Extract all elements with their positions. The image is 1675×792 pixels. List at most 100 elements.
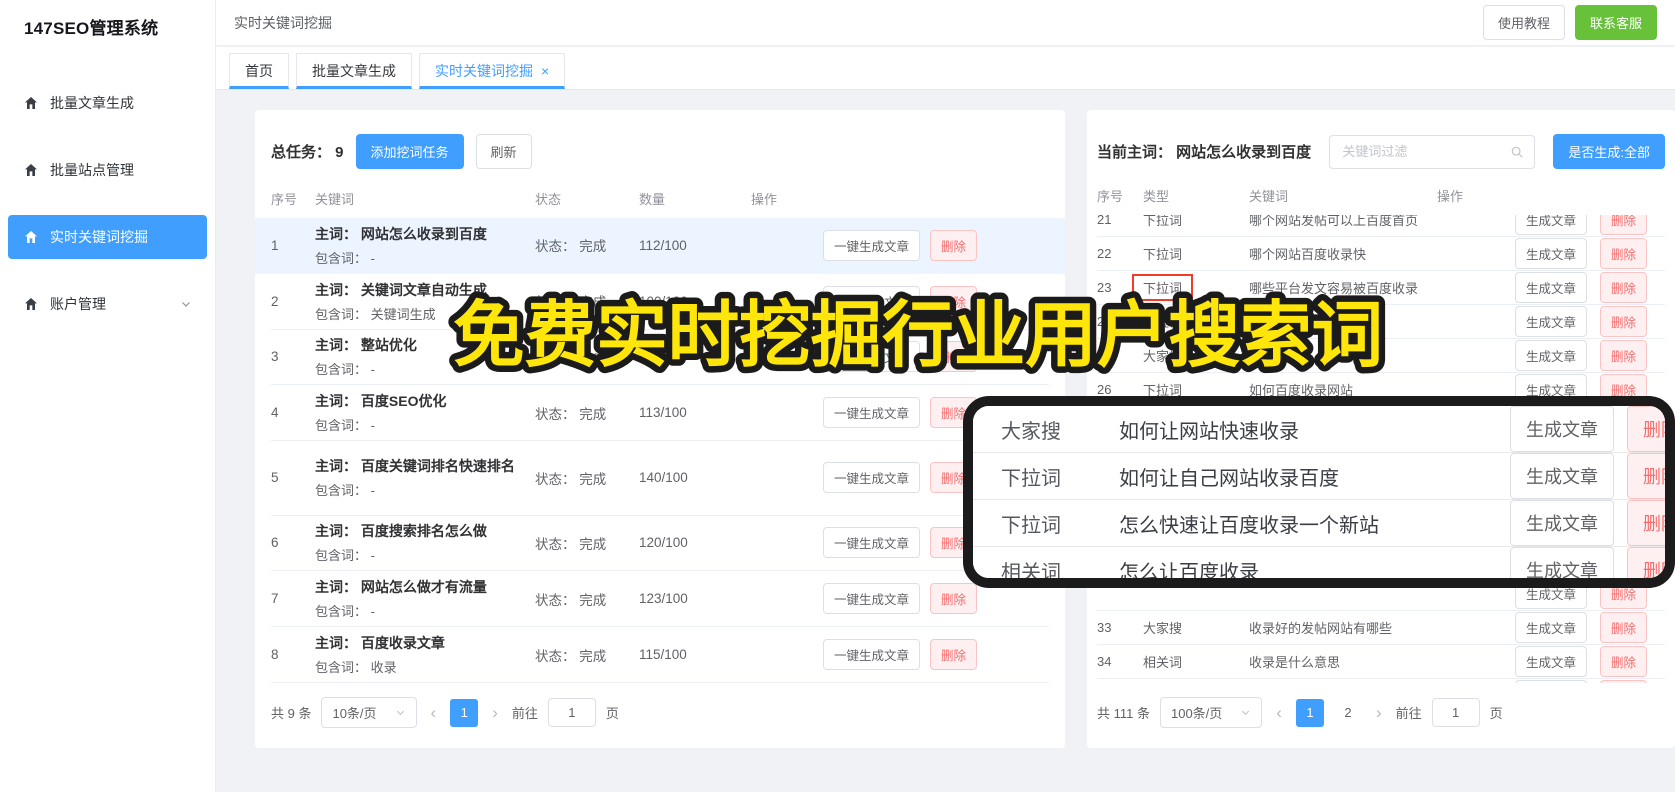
row-no: 7 bbox=[271, 591, 279, 607]
task-row[interactable]: 5 主词： 百度关键词排名快速排名 包含词： - 状态： 完成 140/100 一… bbox=[271, 441, 1049, 516]
generate-article-button[interactable]: 一键生成文章 bbox=[822, 583, 920, 615]
sidebar-item-keyword-mining[interactable]: 实时关键词挖掘 bbox=[8, 215, 207, 259]
task-row[interactable]: 6 主词： 百度搜索排名怎么做 包含词： - 状态： 完成 120/100 一键生… bbox=[271, 516, 1049, 572]
generate-article-button[interactable]: 一键生成文章 bbox=[822, 229, 920, 261]
delete-button[interactable]: 删除 bbox=[930, 229, 978, 261]
generate-article-button[interactable]: 生成文章 bbox=[1515, 340, 1588, 371]
keyword-type: 下拉词 bbox=[1001, 467, 1061, 490]
keyword-text: 怎么让百度收录 bbox=[1119, 561, 1259, 584]
task-status: 状态： 完成 bbox=[535, 295, 607, 311]
goto-page-input[interactable] bbox=[547, 698, 596, 727]
generate-article-button[interactable]: 生成文章 bbox=[1510, 500, 1614, 546]
generate-article-button[interactable]: 一键生成文章 bbox=[822, 527, 920, 559]
delete-button[interactable]: 删除 bbox=[930, 639, 978, 671]
task-include: 包含词： - bbox=[315, 548, 375, 564]
tab-home[interactable]: 首页 bbox=[229, 53, 289, 89]
task-count: 100/100 bbox=[639, 293, 688, 309]
close-icon[interactable]: × bbox=[541, 64, 549, 78]
delete-button[interactable]: 删除 bbox=[1627, 406, 1665, 452]
delete-button[interactable]: 删除 bbox=[930, 341, 978, 373]
tasks-table-header: 序号 关键词 状态 数量 操作 bbox=[271, 189, 1049, 218]
keyword-filter-input[interactable] bbox=[1340, 143, 1511, 160]
generate-article-button[interactable]: 生成文章 bbox=[1515, 306, 1588, 337]
keyword-text: 哪些平台发文容易被百度收录 bbox=[1249, 281, 1419, 296]
generate-article-button[interactable]: 一键生成文章 bbox=[822, 462, 920, 494]
task-row[interactable]: 4 主词： 百度SEO优化 包含词： - 状态： 完成 113/100 一键生成文… bbox=[271, 385, 1049, 442]
page-number-1[interactable]: 1 bbox=[450, 698, 479, 727]
contact-support-button[interactable]: 联系客服 bbox=[1574, 5, 1657, 40]
keyword-row[interactable]: 24 下拉词 生成文章 删除 bbox=[1097, 305, 1665, 339]
prev-page-button[interactable]: ‹ bbox=[1272, 703, 1286, 723]
row-no: 2 bbox=[271, 293, 279, 309]
task-row[interactable]: 2 主词： 关键词文章自动生成 包含词： 关键词生成 状态： 完成 100/100… bbox=[271, 274, 1049, 330]
generate-article-button[interactable]: 生成文章 bbox=[1510, 406, 1614, 452]
delete-button[interactable]: 删除 bbox=[1600, 646, 1648, 677]
task-include: 包含词： - bbox=[315, 418, 375, 434]
generate-filter-button[interactable]: 是否生成:全部 bbox=[1553, 134, 1665, 169]
generate-article-button[interactable]: 生成文章 bbox=[1515, 215, 1588, 235]
refresh-button[interactable]: 刷新 bbox=[475, 134, 532, 169]
home-icon bbox=[25, 231, 37, 243]
prev-page-button[interactable]: ‹ bbox=[427, 703, 441, 723]
goto-label: 前往 bbox=[511, 706, 538, 721]
generate-article-button[interactable]: 一键生成文章 bbox=[822, 341, 920, 373]
keyword-text: 如何让网站快速收录 bbox=[1119, 420, 1299, 443]
delete-button[interactable]: 删除 bbox=[930, 285, 978, 317]
generate-article-button[interactable]: 一键生成文章 bbox=[822, 639, 920, 671]
row-no: 4 bbox=[271, 405, 279, 421]
page-number-2[interactable]: 2 bbox=[1334, 699, 1362, 727]
keyword-row[interactable]: 33 大家搜 收录好的发帖网站有哪些 生成文章 删除 bbox=[1097, 611, 1665, 645]
add-task-button[interactable]: 添加挖词任务 bbox=[355, 134, 464, 169]
keywords-table-header: 序号 类型 关键词 操作 bbox=[1097, 186, 1665, 215]
tutorial-button[interactable]: 使用教程 bbox=[1482, 5, 1565, 40]
sidebar-item-label: 批量文章生成 bbox=[50, 95, 134, 111]
delete-button[interactable]: 删除 bbox=[1600, 215, 1648, 235]
keyword-type: 大家搜 bbox=[1143, 349, 1183, 364]
task-row[interactable]: 3 主词： 整站优化 包含词： - 状态： 完成 一键生成文章 删除 bbox=[271, 330, 1049, 386]
zoom-inset-box: 大家搜 如何让网站快速收录 生成文章 删除 下拉词 如何让自己网站收录百度 生成… bbox=[963, 396, 1675, 588]
sidebar-item-account[interactable]: 账户管理 bbox=[8, 282, 207, 326]
keyword-type: 相关词 bbox=[1143, 655, 1183, 670]
generate-article-button[interactable]: 生成文章 bbox=[1515, 238, 1588, 269]
next-page-button[interactable]: › bbox=[488, 703, 502, 723]
task-row[interactable]: 8 主词： 百度收录文章 包含词： 收录 状态： 完成 115/100 一键生成文… bbox=[271, 627, 1049, 683]
keyword-row[interactable]: 25 大家搜 生成文章 删除 bbox=[1097, 339, 1665, 373]
delete-button[interactable]: 删除 bbox=[1600, 238, 1648, 269]
keyword-row[interactable]: 23 下拉词 哪些平台发文容易被百度收录 生成文章 删除 bbox=[1097, 271, 1665, 305]
generate-article-button[interactable]: 生成文章 bbox=[1510, 453, 1614, 499]
generate-article-button[interactable]: 生成文章 bbox=[1515, 272, 1588, 303]
task-row[interactable]: 7 主词： 网站怎么做才有流量 包含词： - 状态： 完成 123/100 一键生… bbox=[271, 571, 1049, 628]
next-page-button[interactable]: › bbox=[1372, 703, 1386, 723]
sidebar-item-batch-site[interactable]: 批量站点管理 bbox=[8, 148, 207, 192]
page-size-select[interactable]: 10条/页 bbox=[321, 697, 417, 728]
tab-keyword-mining[interactable]: 实时关键词挖掘 × bbox=[419, 53, 566, 89]
page-size-select[interactable]: 100条/页 bbox=[1159, 697, 1263, 728]
tab-batch-article[interactable]: 批量文章生成 bbox=[296, 53, 412, 89]
delete-button[interactable]: 删除 bbox=[1600, 612, 1648, 643]
generate-article-button[interactable]: 生成文章 bbox=[1515, 612, 1588, 643]
page-unit-label: 页 bbox=[605, 706, 619, 721]
sidebar-item-batch-article[interactable]: 批量文章生成 bbox=[8, 81, 207, 125]
generate-article-button[interactable]: 一键生成文章 bbox=[822, 285, 920, 317]
row-no: 33 bbox=[1097, 620, 1112, 635]
delete-button[interactable]: 删除 bbox=[1600, 340, 1648, 371]
col-type: 类型 bbox=[1143, 189, 1170, 204]
keyword-row[interactable]: 34 相关词 收录是什么意思 生成文章 删除 bbox=[1097, 645, 1665, 679]
generate-article-button[interactable]: 一键生成文章 bbox=[822, 397, 920, 429]
generate-article-button[interactable]: 生成文章 bbox=[1510, 547, 1614, 578]
keyword-row[interactable]: 22 下拉词 哪个网站百度收录快 生成文章 删除 bbox=[1097, 237, 1665, 271]
delete-button[interactable]: 删除 bbox=[930, 583, 978, 615]
page-number-1[interactable]: 1 bbox=[1295, 698, 1324, 727]
tasks-panel: 总任务： 9 添加挖词任务 刷新 序号 关键词 状态 数量 操作 1 主词： 网… bbox=[255, 110, 1065, 748]
task-row[interactable]: 1 主词： 网站怎么收录到百度 包含词： - 状态： 完成 112/100 一键生… bbox=[255, 218, 1065, 274]
row-no: 3 bbox=[271, 349, 279, 365]
delete-button[interactable]: 删除 bbox=[1600, 272, 1648, 303]
generate-article-button[interactable]: 生成文章 bbox=[1515, 646, 1588, 677]
delete-button[interactable]: 删除 bbox=[1627, 500, 1665, 546]
col-count: 数量 bbox=[639, 192, 666, 207]
delete-button[interactable]: 删除 bbox=[1627, 453, 1665, 499]
keyword-row[interactable]: 21 下拉词 哪个网站发帖可以上百度首页 生成文章 删除 bbox=[1097, 215, 1665, 237]
delete-button[interactable]: 删除 bbox=[1600, 306, 1648, 337]
goto-page-input[interactable] bbox=[1431, 698, 1480, 727]
tab-label: 首页 bbox=[245, 63, 273, 79]
